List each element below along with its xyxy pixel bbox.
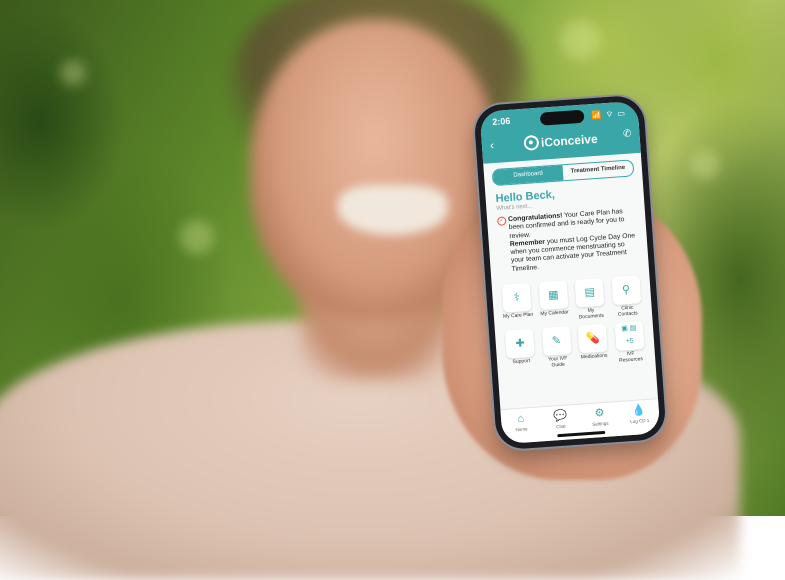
feature-grid: ⚕ My Care Plan ▦ My Calendar ▤ My Docume… [500, 275, 648, 372]
tab-treatment-timeline[interactable]: Treatment Timeline [563, 160, 634, 180]
tile-support[interactable]: ✚ Support [503, 328, 538, 372]
tile-my-care-plan[interactable]: ⚕ My Care Plan [500, 282, 535, 326]
nav-label: Settings [592, 420, 609, 427]
documents-icon: ▤ [574, 277, 605, 308]
stethoscope-icon: ⚕ [501, 282, 532, 313]
phone-icon[interactable]: ✆ [623, 128, 632, 140]
status-bar: 2:06 📶 ⌔ ▭ [492, 108, 627, 129]
tile-my-calendar[interactable]: ▦ My Calendar [536, 280, 571, 323]
chat-icon: 💬 [552, 409, 568, 423]
tile-my-documents[interactable]: ▤ My Documents [573, 277, 608, 321]
tile-label: Medications [580, 352, 608, 361]
nav-label: Log CD 1 [630, 417, 650, 425]
tile-label: My Care Plan [502, 311, 534, 320]
bokeh-light [690, 150, 720, 180]
dynamic-island [539, 109, 585, 126]
home-icon: ⌂ [517, 412, 525, 426]
person-smile [338, 185, 448, 235]
tile-label: IVF Resources [618, 350, 644, 364]
logo-icon [523, 134, 540, 151]
calendar-icon: ▦ [538, 280, 569, 311]
nav-label: Home [515, 426, 528, 433]
tab-bar: Dashboard Treatment Timeline [491, 159, 635, 187]
tile-ivf-resources[interactable]: ▣ ▤ +5 IVF Resources [612, 321, 647, 364]
drop-icon: 💧 [631, 404, 647, 417]
app-title: iConceive [540, 131, 599, 150]
resources-badge: +5 [625, 337, 634, 346]
first-aid-icon: ✚ [505, 328, 536, 359]
resources-icon: ▣ ▤ +5 [614, 321, 645, 352]
care-plan-message: ✓ Congratulations! Your Care Plan has be… [496, 207, 639, 275]
bokeh-light [60, 60, 86, 86]
app-header: 2:06 📶 ⌔ ▭ ‹ iConceive ✆ [479, 100, 641, 164]
tile-label: Clinic Contacts [617, 304, 638, 318]
phone-screen: 2:06 📶 ⌔ ▭ ‹ iConceive ✆ Dashboard Treat… [479, 100, 661, 445]
pill-icon: 💊 [577, 323, 608, 354]
tile-your-ivf-guide[interactable]: ✎ Your IVF Guide [539, 326, 574, 369]
settings-icon: ⚙ [594, 406, 605, 420]
check-circle-icon: ✓ [496, 216, 507, 226]
guide-icon: ✎ [541, 326, 572, 357]
tile-medications[interactable]: 💊 Medications [576, 323, 611, 367]
smartphone: 2:06 📶 ⌔ ▭ ‹ iConceive ✆ Dashboard Treat… [473, 94, 667, 451]
nav-log-cd1[interactable]: 💧 Log CD 1 [619, 399, 661, 436]
app-brand: iConceive [489, 128, 632, 153]
tile-label: My Calendar [540, 309, 569, 318]
bokeh-light [180, 220, 214, 254]
bokeh-light [560, 20, 600, 60]
tile-label: My Documents [578, 307, 605, 321]
bottom-nav: ⌂ Home 💬 Chat ⚙ Settings 💧 Log CD 1 [500, 398, 661, 445]
status-icons: 📶 ⌔ ▭ [591, 108, 627, 121]
status-time: 2:06 [491, 115, 511, 128]
nav-label: Chat [556, 423, 566, 430]
app-bar: ‹ iConceive ✆ [489, 126, 632, 156]
tile-label: Support [512, 358, 531, 366]
tile-clinic-contacts[interactable]: ⚲ Clinic Contacts [609, 275, 644, 318]
location-pin-icon: ⚲ [611, 275, 642, 306]
tab-dashboard[interactable]: Dashboard [492, 165, 564, 186]
nav-home[interactable]: ⌂ Home [500, 407, 542, 444]
tile-label: Your IVF Guide [547, 355, 568, 369]
